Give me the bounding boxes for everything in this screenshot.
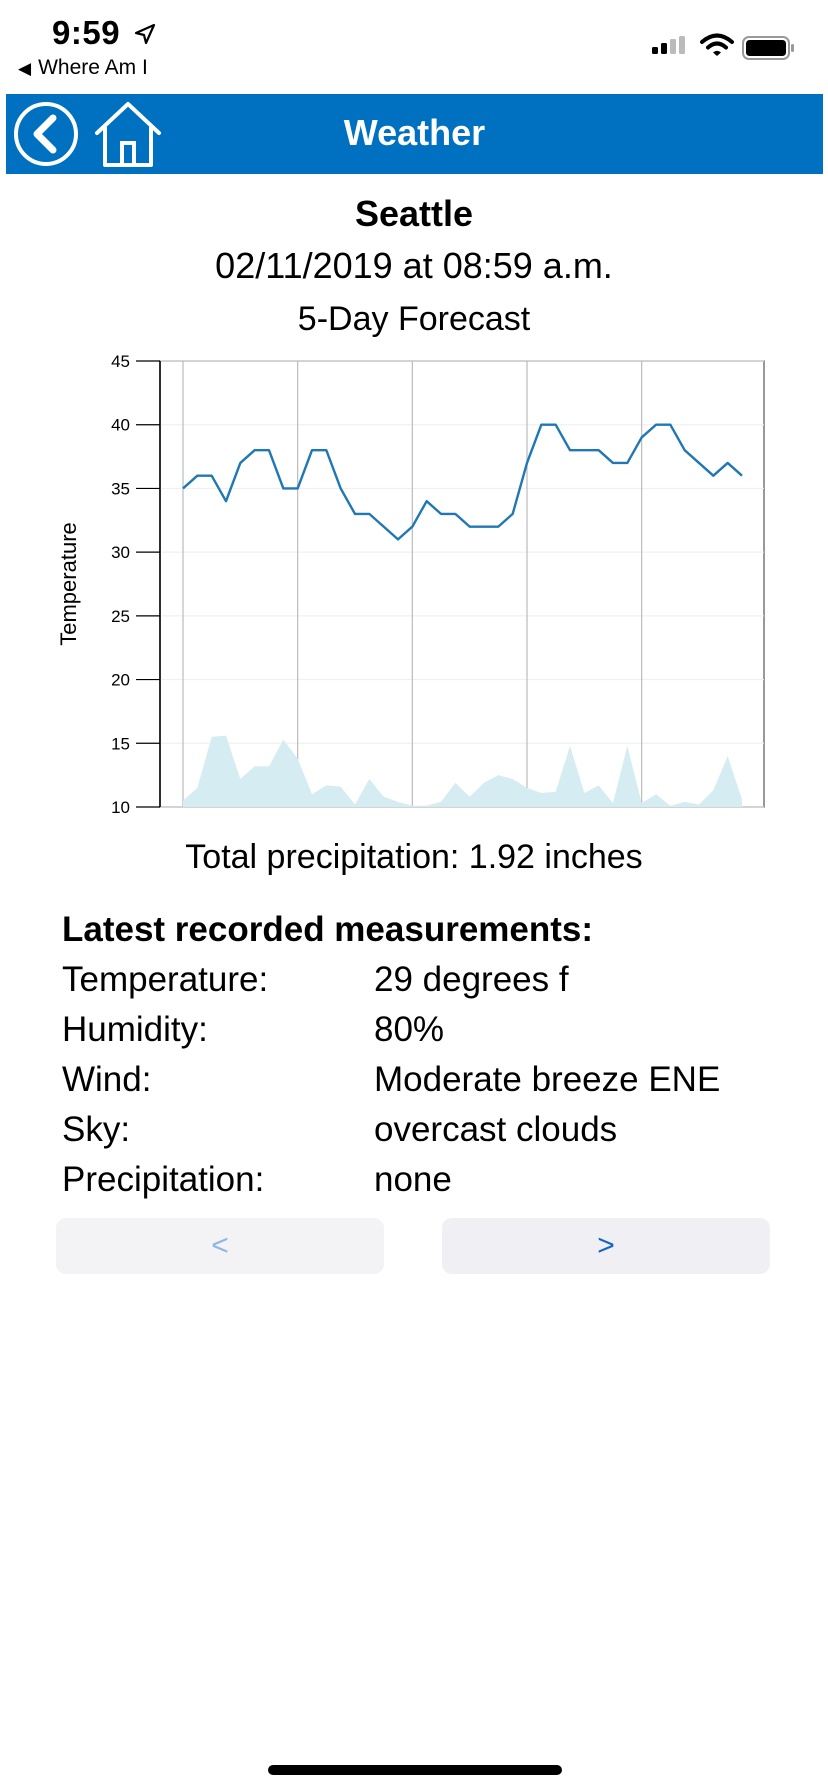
- measurement-value: overcast clouds: [374, 1110, 618, 1149]
- measurement-label: Sky:: [62, 1110, 131, 1149]
- wifi-icon: [700, 33, 734, 56]
- measurement-row-humidity: Humidity: 80%: [62, 1010, 802, 1056]
- battery-icon: [742, 36, 794, 60]
- measurement-row-temperature: Temperature: 29 degrees f: [62, 960, 802, 1006]
- cellular-signal-icon: [652, 36, 685, 54]
- nav-bar: Weather: [6, 94, 823, 174]
- measurement-value: 29 degrees f: [374, 960, 569, 999]
- measurements-heading: Latest recorded measurements:: [62, 910, 594, 949]
- y-tick-label: 45: [111, 352, 130, 371]
- next-button[interactable]: >: [442, 1218, 770, 1274]
- measurement-label: Humidity:: [62, 1010, 208, 1049]
- measurement-label: Temperature:: [62, 960, 269, 999]
- back-app-label: Where Am I: [38, 56, 148, 79]
- measurement-value: none: [374, 1160, 452, 1199]
- measurement-row-precipitation: Precipitation: none: [62, 1160, 802, 1206]
- y-tick-label: 20: [111, 671, 130, 690]
- y-axis-label: Temperature: [56, 522, 81, 646]
- back-to-app-link[interactable]: ◀ Where Am I: [18, 56, 148, 80]
- measurement-row-wind: Wind: Moderate breeze ENE: [62, 1060, 802, 1106]
- measurement-value: 80%: [374, 1010, 445, 1049]
- forecast-chart: 45 40 35 30 25 20 15 10 Temperature: [56, 352, 765, 817]
- previous-button[interactable]: <: [56, 1218, 384, 1274]
- status-time: 9:59: [52, 14, 121, 51]
- y-tick-label: 30: [111, 543, 130, 562]
- city-name: Seattle: [354, 193, 474, 234]
- status-bar: 9:59 ◀ Where Am I: [0, 0, 828, 92]
- location-arrow-icon: [134, 23, 156, 45]
- measurement-label: Wind:: [62, 1060, 152, 1099]
- back-triangle-icon: ◀: [18, 59, 32, 78]
- report-datetime: 02/11/2019 at 08:59 a.m.: [215, 245, 613, 286]
- home-indicator[interactable]: [268, 1765, 562, 1775]
- y-tick-label: 10: [111, 798, 130, 817]
- y-tick-label: 25: [111, 607, 130, 626]
- measurement-value: Moderate breeze ENE: [374, 1060, 721, 1099]
- forecast-title: 5-Day Forecast: [297, 300, 531, 338]
- y-tick-label: 15: [111, 734, 130, 753]
- page-title: Weather: [343, 112, 486, 153]
- y-tick-label: 35: [111, 479, 130, 498]
- measurement-label: Precipitation:: [62, 1160, 265, 1199]
- y-tick-label: 40: [111, 416, 130, 435]
- measurement-row-sky: Sky: overcast clouds: [62, 1110, 802, 1156]
- total-precipitation: Total precipitation: 1.92 inches: [185, 838, 643, 876]
